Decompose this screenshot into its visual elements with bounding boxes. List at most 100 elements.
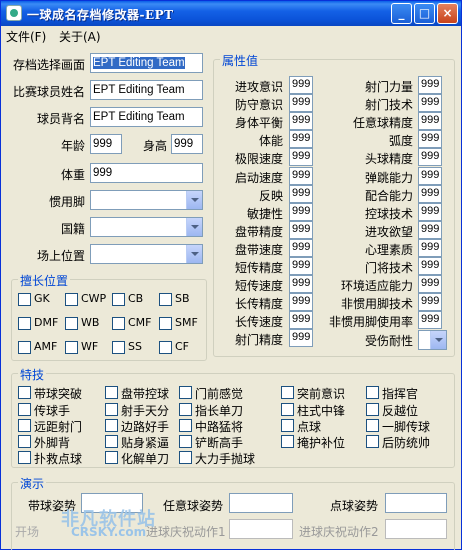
- attr-value-input[interactable]: 999: [289, 112, 313, 130]
- position-checkbox-smf[interactable]: [159, 317, 172, 330]
- save-slot-input[interactable]: EPT Editing Team: [90, 53, 203, 73]
- attr-value-input[interactable]: 999: [289, 76, 313, 94]
- position-checkbox-dmf[interactable]: [18, 317, 31, 330]
- skill-checkbox[interactable]: [179, 403, 192, 416]
- attr-value-input[interactable]: 999: [289, 293, 313, 311]
- celebrate1-preview[interactable]: [229, 519, 293, 539]
- skill-checkbox[interactable]: [18, 435, 31, 448]
- attr-label: 头球精度: [364, 152, 413, 166]
- position-checkbox-amf[interactable]: [18, 341, 31, 354]
- position-checkbox-wf[interactable]: [65, 341, 78, 354]
- chevron-down-icon[interactable]: [186, 245, 202, 263]
- skill-checkbox[interactable]: [281, 386, 294, 399]
- attr-value-input[interactable]: 999: [418, 239, 442, 257]
- attr-value-input[interactable]: 999: [289, 203, 313, 221]
- attr-label: 长传精度: [234, 297, 283, 311]
- chevron-down-icon[interactable]: [186, 218, 202, 236]
- attr-value-input[interactable]: 999: [289, 167, 313, 185]
- celebrate2-preview[interactable]: [385, 519, 447, 539]
- skill-checkbox[interactable]: [18, 419, 31, 432]
- minimize-button[interactable]: _: [391, 3, 412, 24]
- position-checkbox-cf[interactable]: [159, 341, 172, 354]
- attr-value-input[interactable]: 999: [418, 257, 442, 275]
- skill-checkbox[interactable]: [281, 435, 294, 448]
- attr-value-input[interactable]: 999: [418, 275, 442, 293]
- skill-checkbox[interactable]: [366, 435, 379, 448]
- attr-value-input[interactable]: 999: [289, 239, 313, 257]
- attr-value-input[interactable]: 999: [418, 76, 442, 94]
- position-checkbox-cb[interactable]: [112, 293, 125, 306]
- back-name-input[interactable]: EPT Editing Team: [90, 107, 203, 127]
- position-checkbox-cmf[interactable]: [112, 317, 125, 330]
- skill-checkbox[interactable]: [281, 403, 294, 416]
- attr-value-input[interactable]: 999: [418, 185, 442, 203]
- skill-checkbox[interactable]: [179, 435, 192, 448]
- attr-value-input[interactable]: 999: [289, 94, 313, 112]
- position-checkbox-sb[interactable]: [159, 293, 172, 306]
- attr-value-input[interactable]: 999: [418, 167, 442, 185]
- attr-value-input[interactable]: 999: [289, 130, 313, 148]
- position-checkbox-cwp[interactable]: [65, 293, 78, 306]
- age-input[interactable]: 999: [90, 134, 122, 154]
- attr-value-input[interactable]: 999: [289, 329, 313, 347]
- skill-checkbox[interactable]: [105, 419, 118, 432]
- attr-value-input[interactable]: 999: [289, 148, 313, 166]
- attr-value-input[interactable]: 999: [289, 221, 313, 239]
- skills-title: 特技: [18, 366, 47, 383]
- skill-checkbox[interactable]: [281, 419, 294, 432]
- skill-checkbox[interactable]: [179, 451, 192, 464]
- attr-value-input[interactable]: 999: [418, 311, 442, 329]
- skill-checkbox[interactable]: [366, 419, 379, 432]
- chevron-down-icon[interactable]: [186, 191, 202, 209]
- position-select[interactable]: [90, 244, 203, 264]
- title-bar[interactable]: 一球成名存档修改器-EPT _ □ ×: [1, 1, 461, 26]
- skill-checkbox[interactable]: [366, 386, 379, 399]
- skill-label: 指长单刀: [195, 404, 244, 418]
- skill-checkbox[interactable]: [18, 386, 31, 399]
- attr-label: 门将技术: [364, 261, 413, 275]
- menu-file[interactable]: 文件(F): [6, 28, 46, 45]
- maximize-button[interactable]: □: [414, 3, 435, 24]
- save-slot-label: 存档选择画面: [12, 58, 85, 72]
- skill-checkbox[interactable]: [105, 451, 118, 464]
- attr-value-input[interactable]: 999: [418, 94, 442, 112]
- height-label: 身高: [142, 139, 167, 153]
- menu-about[interactable]: 关于(A): [59, 28, 101, 45]
- height-input[interactable]: 999: [171, 134, 203, 154]
- skill-checkbox[interactable]: [366, 403, 379, 416]
- penalty-preview[interactable]: [385, 493, 447, 513]
- weight-input[interactable]: 999: [90, 163, 203, 183]
- attr-value-input[interactable]: 999: [418, 221, 442, 239]
- freekick-label: 任意球姿势: [163, 499, 224, 513]
- attr-value-input[interactable]: 999: [289, 257, 313, 275]
- skill-checkbox[interactable]: [18, 403, 31, 416]
- position-checkbox-wb[interactable]: [65, 317, 78, 330]
- skill-checkbox[interactable]: [179, 419, 192, 432]
- skill-checkbox[interactable]: [105, 386, 118, 399]
- skill-checkbox[interactable]: [105, 403, 118, 416]
- attr-value-input[interactable]: 999: [289, 275, 313, 293]
- skill-label: 点球: [297, 420, 322, 434]
- skill-label: 外脚背: [34, 436, 71, 450]
- freekick-preview[interactable]: [229, 493, 293, 513]
- attr-value-input[interactable]: 999: [289, 311, 313, 329]
- position-checkbox-ss[interactable]: [112, 341, 125, 354]
- attr-value-input[interactable]: 999: [418, 293, 442, 311]
- nation-select[interactable]: [90, 217, 203, 237]
- skill-checkbox[interactable]: [105, 435, 118, 448]
- position-checkbox-gk[interactable]: [18, 293, 31, 306]
- skill-checkbox[interactable]: [179, 386, 192, 399]
- chevron-down-icon[interactable]: [430, 331, 446, 349]
- attr-value-input[interactable]: 999: [418, 203, 442, 221]
- attr-value-input[interactable]: 999: [418, 148, 442, 166]
- attr-value-input[interactable]: 999: [418, 112, 442, 130]
- foot-select[interactable]: [90, 190, 203, 210]
- attr-label: 短传速度: [234, 279, 283, 293]
- match-name-input[interactable]: EPT Editing Team: [90, 80, 203, 100]
- skill-label: 扑救点球: [34, 452, 83, 466]
- skill-checkbox[interactable]: [18, 451, 31, 464]
- attr-value-input[interactable]: 999: [289, 185, 313, 203]
- attr-value-input[interactable]: 999: [418, 130, 442, 148]
- close-button[interactable]: ×: [437, 3, 458, 24]
- injury-select[interactable]: [418, 330, 447, 350]
